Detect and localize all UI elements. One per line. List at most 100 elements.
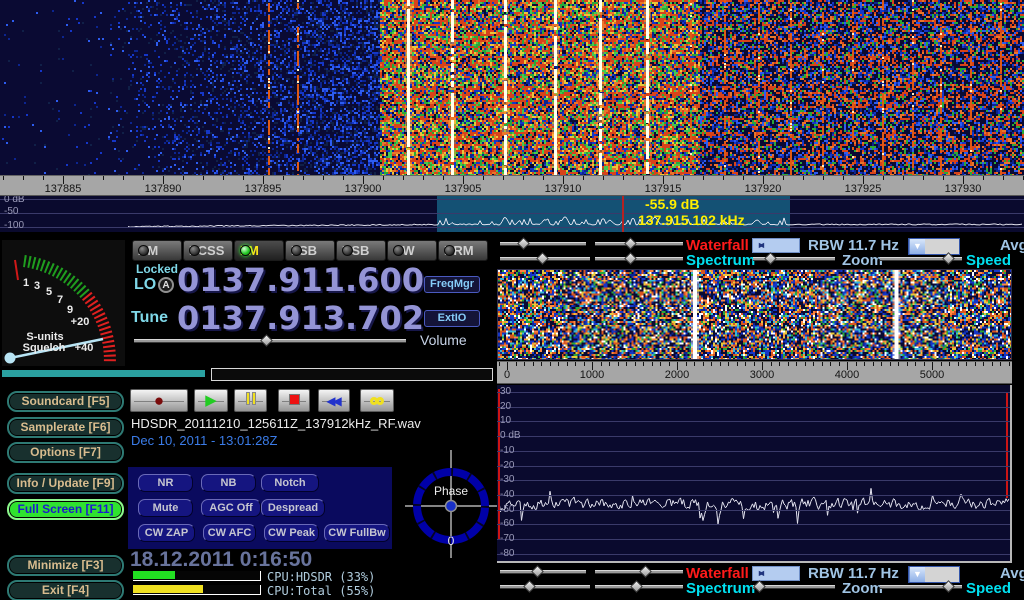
- rf-speed-label: Speed: [966, 252, 1011, 269]
- dsp-button-notch[interactable]: Notch: [261, 474, 319, 492]
- rf-speed-slider[interactable]: [880, 253, 962, 266]
- af-zoom-slider[interactable]: [753, 581, 835, 594]
- rf-waterfall-upper-slider[interactable]: [500, 238, 586, 251]
- db-label: -80: [500, 548, 514, 559]
- squelch-level-bar[interactable]: [2, 370, 205, 377]
- db-label: 30: [500, 386, 511, 397]
- rewind-button[interactable]: ◀◀: [318, 389, 350, 412]
- mode-button-am[interactable]: AM: [132, 240, 182, 261]
- ruler-tick: [83, 176, 84, 180]
- af-frequency-ruler[interactable]: 010002000300040005000: [497, 361, 1012, 384]
- ruler-tick: [123, 176, 124, 180]
- rf-spectrum-lower-slider[interactable]: [595, 253, 683, 266]
- loop-button[interactable]: [360, 389, 394, 412]
- rf-spectrum-upper-slider[interactable]: [500, 253, 590, 266]
- ruler-tick: [623, 176, 624, 180]
- af-spectrum-lower-slider[interactable]: [595, 581, 683, 594]
- ruler-tick: [881, 362, 882, 366]
- af-waterfall-lower-slider[interactable]: [595, 566, 683, 579]
- af-waterfall-display[interactable]: [497, 269, 1012, 360]
- dsp-button-cw-zap[interactable]: CW ZAP: [138, 524, 195, 542]
- db-label: 0 dB: [4, 196, 25, 205]
- fullscreen-button[interactable]: Full Screen [F11]: [7, 499, 124, 520]
- mode-button-drm[interactable]: DRM: [438, 240, 488, 261]
- rf-shift-scrollbar[interactable]: ◄►: [752, 238, 800, 253]
- ruler-tick: [143, 176, 144, 180]
- mode-button-cw[interactable]: CW: [387, 240, 437, 261]
- af-speed-label: Speed: [966, 580, 1011, 597]
- af-spectrum-display[interactable]: 3020100 dB-10-20-30-40-50-60-70-80: [497, 385, 1012, 563]
- ruler-tick: [805, 362, 806, 366]
- lo-label: LO: [134, 276, 156, 294]
- ruler-tick: [783, 176, 784, 180]
- rf-frequency-ruler[interactable]: 1378851378901378951379001379051379101379…: [0, 175, 1024, 196]
- extio-button[interactable]: ExtIO: [424, 310, 480, 327]
- ruler-tick: [543, 176, 544, 180]
- pause-button[interactable]: [234, 389, 267, 412]
- ruler-label: 0: [504, 369, 510, 381]
- soundcard-button[interactable]: Soundcard [F5]: [7, 391, 124, 412]
- dsp-button-nb[interactable]: NB: [201, 474, 256, 492]
- ruler-tick: [343, 176, 344, 180]
- mode-button-ecss[interactable]: ECSS: [183, 240, 233, 261]
- tune-frequency-value[interactable]: 0137.913.702: [177, 299, 424, 337]
- af-waterfall-upper-slider[interactable]: [500, 566, 586, 579]
- dsp-button-despread[interactable]: Despread: [261, 499, 325, 517]
- dsp-button-cw-afc[interactable]: CW AFC: [203, 524, 256, 542]
- minimize-button[interactable]: Minimize [F3]: [7, 555, 124, 576]
- rf-waterfall-display[interactable]: [0, 0, 1024, 175]
- ruler-tick: [856, 362, 857, 366]
- cursor-frequency-readout: 137.915.102 kHz: [638, 212, 745, 228]
- smeter-scale-label: 1: [23, 277, 29, 289]
- af-spectrum-upper-slider[interactable]: [500, 581, 590, 594]
- dsp-button-mute[interactable]: Mute: [138, 499, 193, 517]
- info-update-button[interactable]: Info / Update [F9]: [7, 473, 124, 494]
- cpu-bar-track: [133, 571, 261, 581]
- loop-icon: [371, 393, 383, 409]
- ruler-tick: [864, 362, 865, 366]
- dsp-button-cw-peak[interactable]: CW Peak: [264, 524, 319, 542]
- dsp-button-cw-fullbw[interactable]: CW FullBw: [324, 524, 390, 542]
- ruler-tick: [843, 176, 844, 180]
- ruler-tick: [745, 362, 746, 366]
- ruler-tick: [499, 362, 500, 366]
- options-button[interactable]: Options [F7]: [7, 442, 124, 463]
- smeter-scale-label: 3: [34, 280, 40, 292]
- db-label: -50: [4, 206, 18, 217]
- chevron-down-icon[interactable]: ▼: [909, 239, 925, 254]
- auto-lock-badge[interactable]: A: [158, 277, 174, 293]
- ruler-label: 137925: [845, 183, 882, 195]
- lo-frequency-value[interactable]: 0137.911.600: [177, 261, 424, 299]
- db-gridline: [497, 480, 1010, 481]
- mode-button-fm[interactable]: FM: [234, 240, 284, 261]
- play-button[interactable]: ▶: [194, 389, 228, 412]
- ruler-tick: [575, 362, 576, 366]
- playback-position-bar[interactable]: [211, 368, 493, 381]
- dsp-button-nr[interactable]: NR: [138, 474, 193, 492]
- mode-button-usb[interactable]: USB: [336, 240, 386, 261]
- volume-slider[interactable]: [134, 335, 406, 348]
- ruler-tick: [516, 362, 517, 366]
- chevron-down-icon[interactable]: ▼: [909, 567, 925, 582]
- freqmgr-button[interactable]: FreqMgr: [424, 276, 480, 293]
- right-arrow-icon[interactable]: ►: [757, 569, 766, 578]
- rf-spectrum-display[interactable]: 0 dB-50-100-55.9 dB137.915.102 kHz: [0, 196, 1024, 232]
- smeter-scale-label: 9: [67, 304, 73, 316]
- record-button[interactable]: ●: [130, 389, 188, 412]
- dsp-button-agc-off[interactable]: AGC Off: [201, 499, 261, 517]
- stop-button[interactable]: [278, 389, 310, 412]
- samplerate-button[interactable]: Samplerate [F6]: [7, 417, 124, 438]
- smeter-scale-label: 7: [57, 294, 63, 306]
- af-speed-slider[interactable]: [880, 581, 962, 594]
- af-shift-scrollbar[interactable]: ◄►: [752, 566, 800, 581]
- db-label: -40: [500, 489, 514, 500]
- right-arrow-icon[interactable]: ►: [757, 241, 766, 250]
- rf-waterfall-lower-slider[interactable]: [595, 238, 683, 251]
- squelch-caption: Squelch: [23, 342, 66, 354]
- mode-button-lsb[interactable]: LSB: [285, 240, 335, 261]
- exit-button[interactable]: Exit [F4]: [7, 580, 124, 600]
- clock-display: 18.12.2011 0:16:50: [130, 548, 312, 572]
- rf-zoom-slider[interactable]: [753, 253, 835, 266]
- locked-label: Locked: [136, 262, 178, 276]
- ruler-tick: [803, 176, 804, 180]
